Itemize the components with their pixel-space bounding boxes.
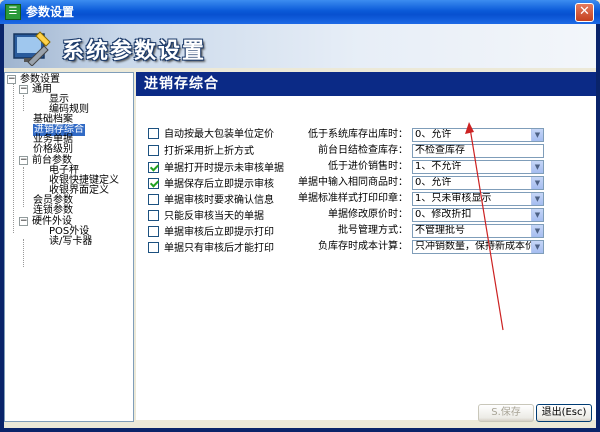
field-label: 负库存时成本计算： (318, 241, 408, 252)
field-label: 单据标准样式打印印章： (298, 193, 408, 204)
checkbox-label: 单据只有审核后才能打印 (164, 243, 274, 254)
select-value: 只冲销数量，保持新成本价 (415, 241, 535, 252)
select-modify-original-price[interactable]: 0、修改折扣 ▼ (412, 208, 544, 222)
tree-guide (13, 83, 14, 233)
checkbox-label: 打折采用折上折方式 (164, 146, 254, 157)
exit-button[interactable]: 退出(Esc) (536, 404, 592, 422)
app-icon: ☰ (5, 4, 21, 20)
chevron-down-icon[interactable]: ▼ (531, 209, 543, 221)
checkbox-box[interactable] (148, 128, 159, 139)
select-below-cost-sale[interactable]: 1、不允许 ▼ (412, 160, 544, 174)
save-button[interactable]: S.保存 (478, 404, 534, 422)
settings-tools-icon (13, 31, 51, 66)
select-value: 0、允许 (415, 177, 452, 188)
tree-expander[interactable]: − (19, 85, 28, 94)
checkbox-label: 单据审核时要求确认信息 (164, 195, 274, 206)
field-label: 批号管理方式： (338, 225, 408, 236)
checkbox-box[interactable] (148, 210, 159, 221)
checkbox-label: 单据保存后立即提示审核 (164, 179, 274, 190)
panel-title: 进销存综合 (136, 72, 596, 96)
close-button[interactable]: ✕ (575, 3, 594, 22)
chevron-down-icon[interactable]: ▼ (531, 129, 543, 141)
tree-expander[interactable]: − (19, 156, 28, 165)
field-label: 单据中输入相同商品时： (298, 177, 408, 188)
settings-tree[interactable]: − 参数设置 − 通用 显示 编码规则 基础档案 进销存综合 业务单据 价格级别… (4, 72, 134, 422)
checkbox-box[interactable] (148, 162, 159, 173)
chevron-down-icon[interactable]: ▼ (531, 161, 543, 173)
select-below-stock-outbound[interactable]: 0、允许 ▼ (412, 128, 544, 142)
select-duplicate-item[interactable]: 0、允许 ▼ (412, 176, 544, 190)
checkbox-print-after-audit[interactable]: 单据审核后立即提示打印 (148, 226, 274, 239)
select-value: 1、只未审核显示 (415, 193, 492, 204)
checkbox-auto-pack-price[interactable]: 自动按最大包装单位定价 (148, 128, 274, 141)
checkbox-label: 单据打开时提示未审核单据 (164, 163, 284, 174)
tree-guide (23, 167, 24, 207)
chevron-down-icon[interactable]: ▼ (531, 193, 543, 205)
settings-panel: 进销存综合 自动按最大包装单位定价 打折采用折上折方式 单据打开时提示未审核单据… (136, 72, 596, 420)
tree-guide (23, 239, 24, 267)
checkbox-box[interactable] (148, 242, 159, 253)
client-area: 系统参数设置 − 参数设置 − 通用 显示 编码规则 基础档案 进销存综合 业务… (4, 24, 596, 428)
checkbox-label: 自动按最大包装单位定价 (164, 129, 274, 140)
checkbox-label: 单据审核后立即提示打印 (164, 227, 274, 238)
checkbox-print-only-audited[interactable]: 单据只有审核后才能打印 (148, 242, 274, 255)
select-batch-management[interactable]: 不管理批号 ▼ (412, 224, 544, 238)
select-value: 0、允许 (415, 129, 452, 140)
window-frame: ☰ 参数设置 ✕ 系统参数设置 − 参数设置 − 通用 显示 编码规则 基础档案… (0, 0, 600, 432)
checkbox-label: 只能反审核当天的单据 (164, 211, 264, 222)
field-label: 前台日结检查库存： (318, 145, 408, 156)
field-label: 低于进价销售时： (328, 161, 408, 172)
checkbox-box[interactable] (148, 145, 159, 156)
checkbox-box[interactable] (148, 178, 159, 189)
header-banner: 系统参数设置 (4, 24, 596, 68)
tree-guide (23, 95, 24, 111)
select-negative-stock-cost[interactable]: 只冲销数量，保持新成本价 ▼ (412, 240, 544, 254)
field-label: 低于系统库存出库时： (308, 129, 408, 140)
window-title: 参数设置 (26, 5, 75, 19)
checkbox-box[interactable] (148, 226, 159, 237)
select-value: 0、修改折扣 (415, 209, 472, 220)
checkbox-confirm-on-audit[interactable]: 单据审核时要求确认信息 (148, 194, 274, 207)
checkbox-unaudit-today-only[interactable]: 只能反审核当天的单据 (148, 210, 264, 223)
field-label: 单据修改原价时： (328, 209, 408, 220)
chevron-down-icon[interactable]: ▼ (531, 241, 543, 253)
tree-expander[interactable]: − (19, 217, 28, 226)
banner-title: 系统参数设置 (62, 39, 207, 64)
checkbox-prompt-unaudited[interactable]: 单据打开时提示未审核单据 (148, 162, 284, 175)
chevron-down-icon[interactable]: ▼ (531, 177, 543, 189)
select-value: 1、不允许 (415, 161, 462, 172)
checkbox-box[interactable] (148, 194, 159, 205)
select-daily-close-stock-check[interactable]: 不检查库存 (412, 144, 544, 158)
checkbox-discount-on-discount[interactable]: 打折采用折上折方式 (148, 145, 254, 158)
select-value: 不管理批号 (415, 225, 465, 236)
select-value: 不检查库存 (415, 145, 465, 156)
select-print-stamp[interactable]: 1、只未审核显示 ▼ (412, 192, 544, 206)
tree-expander[interactable]: − (7, 75, 16, 84)
checkbox-prompt-audit-after-save[interactable]: 单据保存后立即提示审核 (148, 178, 274, 191)
title-bar[interactable]: ☰ 参数设置 ✕ (0, 0, 600, 24)
chevron-down-icon[interactable]: ▼ (531, 225, 543, 237)
tree-item-card-reader[interactable]: 读/写卡器 (49, 236, 92, 248)
